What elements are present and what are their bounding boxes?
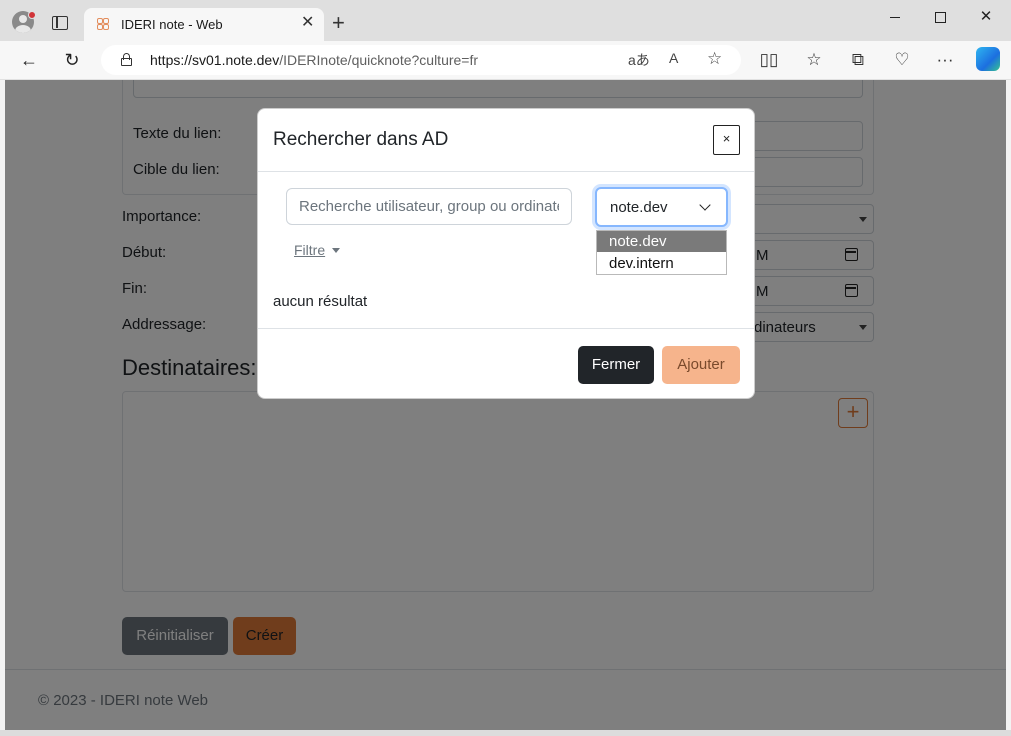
new-tab-button[interactable]: +	[332, 12, 345, 34]
split-screen-icon[interactable]: ▯▯	[758, 49, 780, 71]
browser-tab[interactable]: IDERI note - Web ✕	[84, 8, 324, 41]
collections-icon[interactable]: ⧉	[847, 49, 869, 71]
profile-notification-dot	[28, 11, 36, 19]
modal-header-divider	[258, 171, 754, 172]
ad-search-input[interactable]	[286, 188, 572, 225]
tab-close-icon[interactable]: ✕	[301, 15, 314, 31]
tab-actions-icon[interactable]	[52, 16, 68, 30]
domain-option[interactable]: dev.intern	[597, 253, 726, 274]
favorites-icon[interactable]: ☆	[803, 49, 825, 71]
back-arrow-icon[interactable]: ←	[19, 50, 39, 70]
no-result-text: aucun résultat	[273, 293, 368, 310]
domain-selected-value: note.dev	[610, 199, 668, 216]
refresh-icon[interactable]: ↻	[62, 50, 82, 70]
url-text[interactable]: https://sv01.note.dev/IDERInote/quicknot…	[150, 52, 478, 68]
minimize-button[interactable]	[880, 6, 910, 28]
copilot-icon[interactable]	[976, 47, 1000, 71]
maximize-button[interactable]	[925, 6, 955, 28]
modal-footer-divider	[258, 328, 754, 329]
ad-search-modal: Rechercher dans AD × note.dev note.dev d…	[257, 108, 755, 399]
tab-title: IDERI note - Web	[121, 17, 223, 32]
more-menu-icon[interactable]: ···	[934, 49, 956, 71]
chevron-down-icon	[699, 199, 711, 211]
window-close-button[interactable]: ✕	[971, 6, 1001, 28]
caret-down-icon[interactable]	[332, 248, 340, 253]
browser-essentials-icon[interactable]: ♡	[891, 49, 913, 71]
favorite-star-icon[interactable]: ☆	[707, 49, 722, 69]
domain-dropdown-list: note.dev dev.intern	[596, 230, 727, 275]
modal-fermer-button[interactable]: Fermer	[578, 346, 654, 384]
modal-title: Rechercher dans AD	[273, 129, 449, 150]
filter-toggle-link[interactable]: Filtre	[294, 242, 325, 258]
browser-toolbar: ← ↻ https://sv01.note.dev/IDERInote/quic…	[0, 41, 1011, 80]
modal-close-button[interactable]: ×	[713, 125, 740, 155]
lock-icon[interactable]	[121, 53, 132, 66]
window-bottom-border	[0, 730, 1011, 736]
domain-select[interactable]: note.dev	[595, 187, 728, 227]
browser-titlebar: IDERI note - Web ✕ + ✕	[0, 0, 1011, 41]
domain-option[interactable]: note.dev	[597, 231, 726, 252]
address-bar[interactable]: https://sv01.note.dev/IDERInote/quicknot…	[101, 45, 741, 75]
translate-icon[interactable]: aあ	[628, 50, 650, 70]
read-aloud-icon[interactable]: A	[669, 50, 678, 66]
modal-ajouter-button[interactable]: Ajouter	[662, 346, 740, 384]
ideri-favicon-icon	[97, 18, 110, 31]
